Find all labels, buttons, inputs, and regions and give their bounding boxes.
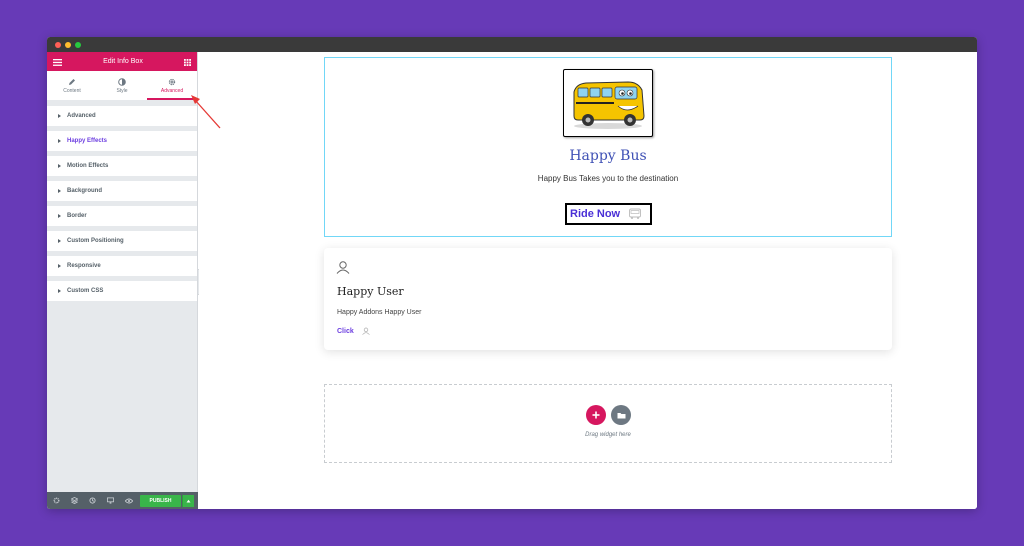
add-section-button[interactable] — [586, 405, 606, 425]
window-titlebar — [47, 37, 977, 52]
section-label: Background — [67, 188, 103, 194]
section-list: Advanced Happy Effects Motion Effects Ba… — [47, 101, 197, 301]
caret-right-icon — [58, 239, 61, 243]
caret-right-icon — [58, 164, 61, 168]
editor-canvas: Happy Bus Happy Bus Takes you to the des… — [199, 52, 977, 509]
caret-right-icon — [58, 264, 61, 268]
pencil-icon — [69, 78, 75, 85]
drop-zone-hint: Drag widget here — [585, 432, 631, 438]
ride-now-button[interactable]: Ride Now — [565, 203, 652, 225]
user-icon — [362, 327, 370, 335]
section-border[interactable]: Border — [47, 206, 197, 226]
section-advanced[interactable]: Advanced — [47, 106, 197, 126]
panel-title: Edit Info Box — [103, 58, 143, 65]
section-custom-css[interactable]: Custom CSS — [47, 281, 197, 301]
section-happy-effects[interactable]: Happy Effects — [47, 131, 197, 151]
close-dot[interactable] — [55, 41, 61, 48]
panel-header: Edit Info Box — [47, 52, 197, 71]
drop-zone[interactable]: Drag widget here — [324, 384, 892, 463]
bus-image — [563, 69, 653, 137]
section-custom-positioning[interactable]: Custom Positioning — [47, 231, 197, 251]
minimize-dot[interactable] — [65, 41, 71, 48]
folder-icon — [617, 412, 625, 418]
publish-options-button[interactable] — [182, 495, 194, 507]
editor-panel: Edit Info Box Content Style Advanced Adv… — [47, 52, 198, 509]
tab-advanced-label: Advanced — [160, 87, 184, 94]
user-icon — [336, 260, 350, 279]
preview-icon[interactable] — [124, 496, 133, 505]
ride-now-label: Ride Now — [570, 208, 621, 220]
settings-icon[interactable] — [52, 496, 61, 505]
section-background[interactable]: Background — [47, 181, 197, 201]
info-box-description: Happy Addons Happy User — [337, 309, 422, 316]
responsive-icon[interactable] — [106, 496, 115, 505]
tab-advanced[interactable]: Advanced — [147, 71, 197, 100]
bus-icon — [629, 208, 642, 219]
click-link-label: Click — [337, 327, 354, 335]
section-label: Advanced — [67, 113, 96, 119]
tab-style[interactable]: Style — [97, 71, 147, 100]
widgets-grid-icon[interactable] — [183, 53, 191, 71]
caret-right-icon — [58, 114, 61, 118]
contrast-icon — [118, 77, 126, 86]
section-label: Custom CSS — [67, 288, 104, 294]
tab-style-label: Style — [116, 87, 128, 94]
section-label: Motion Effects — [67, 163, 109, 169]
publish-button[interactable]: PUBLISH — [140, 495, 181, 507]
section-label: Border — [67, 213, 87, 219]
maximize-dot[interactable] — [75, 41, 81, 48]
info-box-happy-user[interactable]: Happy User Happy Addons Happy User Click — [324, 248, 892, 350]
info-box-description: Happy Bus Takes you to the destination — [537, 174, 679, 183]
panel-tabs: Content Style Advanced — [47, 71, 197, 101]
panel-footer: PUBLISH — [47, 492, 198, 509]
hamburger-menu-icon[interactable] — [53, 53, 62, 71]
navigator-icon[interactable] — [70, 496, 79, 505]
caret-right-icon — [58, 139, 61, 143]
section-responsive[interactable]: Responsive — [47, 256, 197, 276]
caret-up-icon — [186, 499, 191, 503]
tab-content-label: Content — [63, 87, 81, 94]
info-box-title: Happy Bus — [569, 148, 647, 164]
caret-right-icon — [58, 214, 61, 218]
section-motion-effects[interactable]: Motion Effects — [47, 156, 197, 176]
info-box-happy-bus[interactable]: Happy Bus Happy Bus Takes you to the des… — [324, 57, 892, 237]
section-label: Happy Effects — [67, 138, 108, 144]
caret-right-icon — [58, 289, 61, 293]
section-label: Responsive — [67, 263, 101, 269]
browser-window: Edit Info Box Content Style Advanced Adv… — [47, 37, 977, 509]
add-template-button[interactable] — [611, 405, 631, 425]
drop-zone-buttons — [586, 405, 631, 425]
tab-content[interactable]: Content — [47, 71, 97, 100]
section-label: Custom Positioning — [67, 238, 124, 244]
click-link[interactable]: Click — [337, 327, 370, 335]
plus-icon — [592, 411, 600, 419]
caret-right-icon — [58, 189, 61, 193]
history-icon[interactable] — [88, 496, 97, 505]
gear-icon — [168, 78, 176, 85]
info-box-title: Happy User — [337, 285, 404, 298]
